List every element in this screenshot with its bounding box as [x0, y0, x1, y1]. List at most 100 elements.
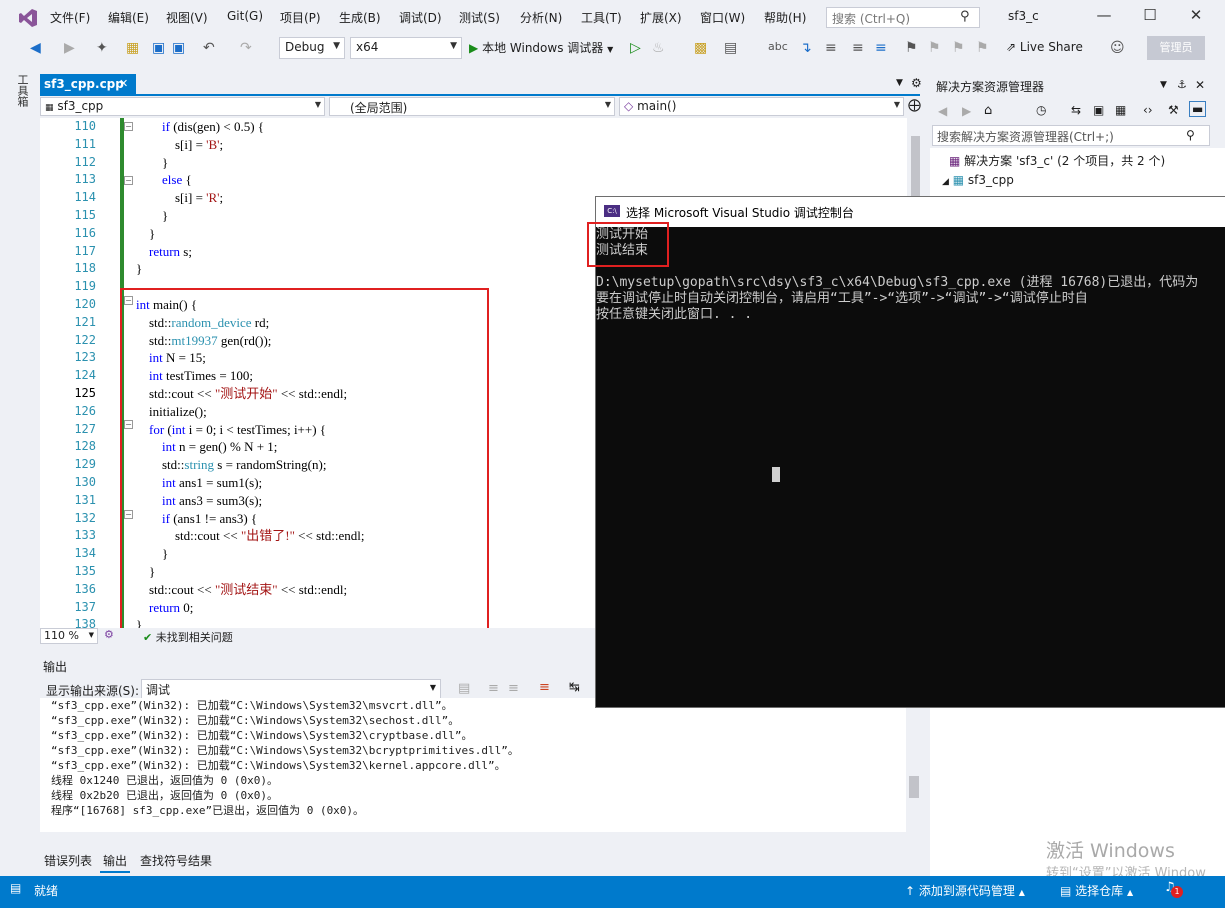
redo-icon[interactable]: ↷ [240, 40, 252, 56]
fold-toggle-icon[interactable]: − [124, 122, 133, 131]
history-icon[interactable]: ◷ [1036, 103, 1046, 117]
tab-list-chevron-icon[interactable]: ▼ [896, 78, 903, 88]
menu-build[interactable]: 生成(B) [339, 9, 381, 26]
spell-check-icon[interactable]: abc [768, 40, 788, 53]
chevron-down-icon: ▼ [893, 100, 900, 109]
layout-icon[interactable]: ▤ [724, 40, 737, 56]
solution-search-input[interactable]: 搜索解决方案资源管理器(Ctrl+;) [932, 125, 1210, 146]
feedback-icon[interactable]: ☺ [1110, 40, 1125, 56]
expand-arrow-icon[interactable]: ◢ [942, 177, 949, 187]
uncomment-icon[interactable]: ≡ [875, 40, 887, 56]
browse-icon[interactable]: ▩ [694, 40, 707, 56]
select-repository-button[interactable]: ▤ 选择仓库 ▲ [1060, 882, 1133, 899]
sync-icon[interactable]: ⇆ [1071, 103, 1081, 117]
preview-icon[interactable]: ▬ [1189, 101, 1207, 117]
forward-icon[interactable]: ▶ [962, 104, 971, 118]
settings-gear-icon[interactable]: ⚙ [911, 76, 922, 90]
hot-reload-icon[interactable]: ♨ [652, 40, 665, 56]
intellicode-icon[interactable]: ⚙ [104, 628, 114, 641]
menu-help[interactable]: 帮助(H) [764, 9, 806, 26]
collapse-all-icon[interactable]: ▣ [1093, 103, 1104, 117]
nav-member-select[interactable]: ◇ main() ▼ [619, 97, 904, 116]
save-icon[interactable]: ▣ [152, 40, 165, 56]
properties-wrench-icon[interactable]: ⚒ [1168, 103, 1179, 117]
code-view-icon[interactable]: ‹› [1143, 103, 1153, 117]
tab-strip-underline [40, 94, 920, 96]
menu-analyze[interactable]: 分析(N) [520, 9, 562, 26]
new-project-icon[interactable]: ✦ [96, 40, 108, 56]
format-icon[interactable]: ≡ [825, 40, 837, 56]
tab-error-list[interactable]: 错误列表 [44, 852, 92, 869]
nav-scope-select[interactable]: (全局范围) ▼ [329, 97, 615, 116]
line-number: 112 [74, 154, 96, 169]
prev-message-icon[interactable]: ≡ [488, 681, 499, 696]
menu-window[interactable]: 窗口(W) [700, 9, 745, 26]
navigate-forward-icon[interactable]: ▶ [64, 40, 75, 56]
solution-config-select[interactable]: Debug ▼ [279, 37, 345, 59]
code-line: if (dis(gen) < 0.5) { [162, 119, 265, 134]
step-into-icon[interactable]: ↴ [800, 40, 812, 56]
toolbox-tab[interactable]: 工具箱 [14, 74, 30, 107]
zoom-select[interactable]: 110 % ▼ [40, 628, 98, 644]
panel-menu-chevron-icon[interactable]: ▼ [1160, 80, 1167, 90]
menu-debug[interactable]: 调试(D) [399, 9, 442, 26]
highlight-box-console-output [587, 222, 669, 267]
prev-bookmark-icon[interactable]: ⚑ [928, 40, 941, 56]
menu-edit[interactable]: 编辑(E) [108, 9, 149, 26]
maximize-button[interactable]: ☐ [1135, 6, 1165, 28]
search-input[interactable]: 搜索 (Ctrl+Q) [826, 7, 980, 28]
show-all-files-icon[interactable]: ▦ [1115, 103, 1126, 117]
tree-project-node[interactable]: ◢ ▦ sf3_cpp [942, 173, 1014, 187]
search-icon[interactable]: ⚲ [960, 9, 970, 24]
clear-all-icon[interactable]: ≡ [539, 680, 550, 695]
close-panel-icon[interactable]: ✕ [1195, 78, 1205, 92]
debug-console-window[interactable]: C:\ 选择 Microsoft Visual Studio 调试控制台 测试开… [595, 196, 1225, 708]
menu-project[interactable]: 项目(P) [280, 9, 321, 26]
menu-extensions[interactable]: 扩展(X) [640, 9, 682, 26]
menu-test[interactable]: 测试(S) [459, 9, 500, 26]
live-share-button[interactable]: ⇗ Live Share [1006, 40, 1083, 54]
menu-view[interactable]: 视图(V) [166, 9, 208, 26]
pin-icon[interactable]: ⚓ [1177, 78, 1187, 91]
clear-bookmarks-icon[interactable]: ⚑ [976, 40, 989, 56]
console-title-bar[interactable]: C:\ 选择 Microsoft Visual Studio 调试控制台 [596, 197, 1225, 227]
scrollbar-thumb[interactable] [909, 776, 919, 798]
minimize-button[interactable]: — [1089, 6, 1119, 28]
play-icon: ▶ [469, 41, 479, 55]
menu-tools[interactable]: 工具(T) [581, 9, 622, 26]
output-source-select[interactable]: 调试 ▼ [141, 679, 441, 699]
back-icon[interactable]: ◀ [938, 104, 947, 118]
start-debugging-button[interactable]: ▶ 本地 Windows 调试器 ▼ [469, 39, 613, 56]
solution-platform-select[interactable]: x64 ▼ [350, 37, 462, 59]
save-all-icon[interactable]: ▣ [172, 40, 185, 56]
nav-project-select[interactable]: ▦ sf3_cpp ▼ [40, 97, 325, 116]
tab-find-symbol-results[interactable]: 查找符号结果 [140, 852, 212, 869]
undo-icon[interactable]: ↶ [203, 40, 215, 56]
tree-solution-node[interactable]: ▦ 解决方案 'sf3_c' (2 个项目，共 2 个) [949, 152, 1165, 169]
next-bookmark-icon[interactable]: ⚑ [952, 40, 965, 56]
search-icon[interactable]: ⚲ [1186, 128, 1195, 142]
close-tab-icon[interactable]: ✕ [119, 77, 128, 90]
tab-output[interactable]: 输出 [100, 850, 131, 873]
bookmark-icon[interactable]: ⚑ [905, 40, 918, 56]
output-scrollbar[interactable] [906, 698, 922, 832]
menu-file[interactable]: 文件(F) [50, 9, 90, 26]
start-without-debugging-icon[interactable]: ▷ [630, 40, 641, 56]
find-message-icon[interactable]: ▤ [458, 681, 470, 696]
open-folder-icon[interactable]: ▦ [126, 40, 139, 56]
next-message-icon[interactable]: ≡ [508, 681, 519, 696]
issues-indicator[interactable]: ✔ 未找到相关问题 [143, 629, 233, 645]
comment-icon[interactable]: ≡ [852, 40, 864, 56]
fold-toggle-icon[interactable]: − [124, 176, 133, 185]
add-to-source-control-button[interactable]: ↑ 添加到源代码管理 ▲ [905, 882, 1025, 899]
word-wrap-icon[interactable]: ↹ [569, 680, 580, 695]
highlight-box-main-function [120, 288, 489, 632]
navigate-back-icon[interactable]: ◀ [30, 40, 41, 56]
home-icon[interactable]: ⌂ [984, 103, 992, 118]
chevron-down-icon: ▼ [604, 100, 611, 109]
split-editor-icon[interactable]: ⨁ [908, 98, 921, 113]
close-window-button[interactable]: ✕ [1181, 6, 1211, 28]
menu-git[interactable]: Git(G) [227, 9, 263, 23]
output-text-area[interactable]: “sf3_cpp.exe”(Win32): 已加载“C:\Windows\Sys… [40, 698, 906, 832]
